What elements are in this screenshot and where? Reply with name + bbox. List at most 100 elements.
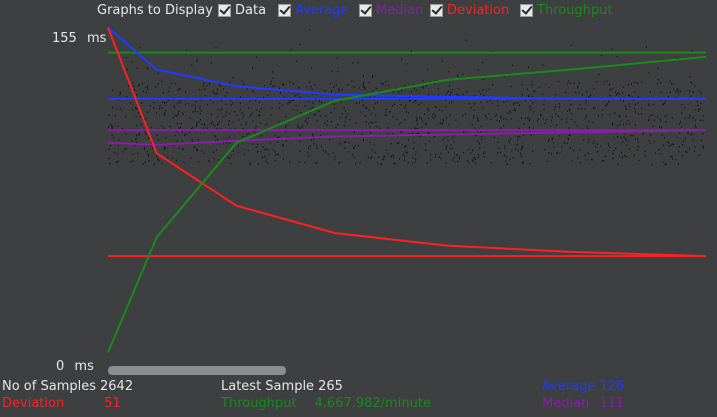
data-point [401, 143, 403, 146]
data-point [516, 102, 518, 104]
data-point [598, 73, 600, 76]
data-point [339, 116, 341, 119]
data-point [609, 95, 611, 97]
data-point [285, 116, 287, 118]
data-point [356, 102, 357, 105]
data-point [585, 116, 587, 118]
data-point [406, 151, 408, 153]
data-point [279, 102, 281, 104]
data-point [468, 102, 470, 105]
data-point [144, 148, 145, 150]
data-point [299, 150, 301, 152]
data-point [655, 152, 656, 154]
data-point [250, 163, 252, 165]
data-point [607, 103, 609, 105]
data-point [664, 136, 665, 139]
data-point [312, 106, 314, 109]
data-point [612, 157, 614, 159]
samples-label: No of Samples [2, 379, 96, 394]
data-point [164, 112, 166, 114]
data-point [217, 124, 219, 126]
data-point [451, 147, 453, 150]
data-point [165, 137, 167, 139]
data-point [694, 119, 696, 121]
data-point [387, 127, 389, 129]
data-point [468, 78, 470, 81]
data-point [148, 155, 149, 157]
graph-options-bar: Graphs to Display Data Average Median De… [0, 0, 717, 22]
data-point [125, 148, 127, 150]
data-point [402, 154, 404, 156]
data-point [259, 114, 261, 117]
data-point [675, 91, 677, 93]
data-point [136, 134, 138, 137]
data-point [698, 90, 700, 92]
data-point [337, 123, 339, 126]
data-point [267, 149, 269, 151]
data-point [275, 154, 276, 157]
throughput-checkbox[interactable]: Throughput [520, 3, 613, 18]
data-point [139, 46, 141, 49]
data-point [700, 92, 702, 95]
data-point [241, 112, 243, 114]
data-point [441, 60, 443, 63]
data-point [304, 161, 306, 164]
data-point [215, 46, 217, 49]
data-point [363, 105, 365, 107]
data-point [538, 86, 540, 88]
data-point [608, 100, 610, 103]
data-point [672, 158, 674, 160]
data-point [619, 115, 621, 118]
data-point [248, 132, 250, 135]
data-point [113, 137, 115, 139]
median-option-label: Median [376, 3, 424, 18]
data-point [345, 115, 347, 118]
data-point [252, 67, 254, 69]
data-point [551, 116, 553, 118]
data-point [636, 82, 638, 84]
data-point [213, 157, 215, 160]
data-point [548, 86, 550, 89]
data-point [132, 160, 134, 162]
deviation-checkbox[interactable]: Deviation [430, 3, 509, 18]
deviation-stat-value: 51 [104, 396, 121, 411]
data-point [218, 121, 220, 123]
data-point [627, 120, 629, 122]
scrollbar-thumb[interactable] [108, 366, 286, 375]
data-point [438, 156, 440, 158]
data-point [566, 117, 568, 120]
data-point [310, 85, 312, 88]
data-point [619, 155, 621, 157]
data-point [414, 158, 416, 160]
data-point [373, 107, 375, 109]
average-checkbox[interactable]: Average [278, 3, 348, 18]
data-point [480, 93, 482, 95]
data-point [268, 153, 270, 156]
data-point [609, 146, 611, 148]
data-point [622, 156, 623, 158]
graph-scrollbar[interactable] [106, 365, 708, 377]
data-point [369, 96, 371, 98]
data-point [278, 121, 280, 124]
data-point [319, 115, 321, 117]
data-point [168, 86, 170, 89]
data-checkbox[interactable]: Data [218, 3, 266, 18]
data-point [428, 117, 430, 120]
data-point [344, 110, 346, 112]
data-point [414, 160, 416, 163]
data-point [542, 64, 544, 66]
median-checkbox[interactable]: Median [359, 3, 423, 18]
data-point [132, 82, 134, 84]
data-point [256, 56, 258, 58]
data-point [229, 142, 231, 144]
data-point [109, 123, 111, 126]
data-point [114, 152, 116, 154]
data-point [582, 94, 583, 96]
data-point [171, 82, 173, 84]
data-point [362, 104, 364, 106]
data-point [208, 83, 210, 85]
data-point [355, 163, 357, 165]
data-point [147, 137, 149, 139]
data-point [456, 93, 458, 95]
data-point [237, 145, 239, 147]
